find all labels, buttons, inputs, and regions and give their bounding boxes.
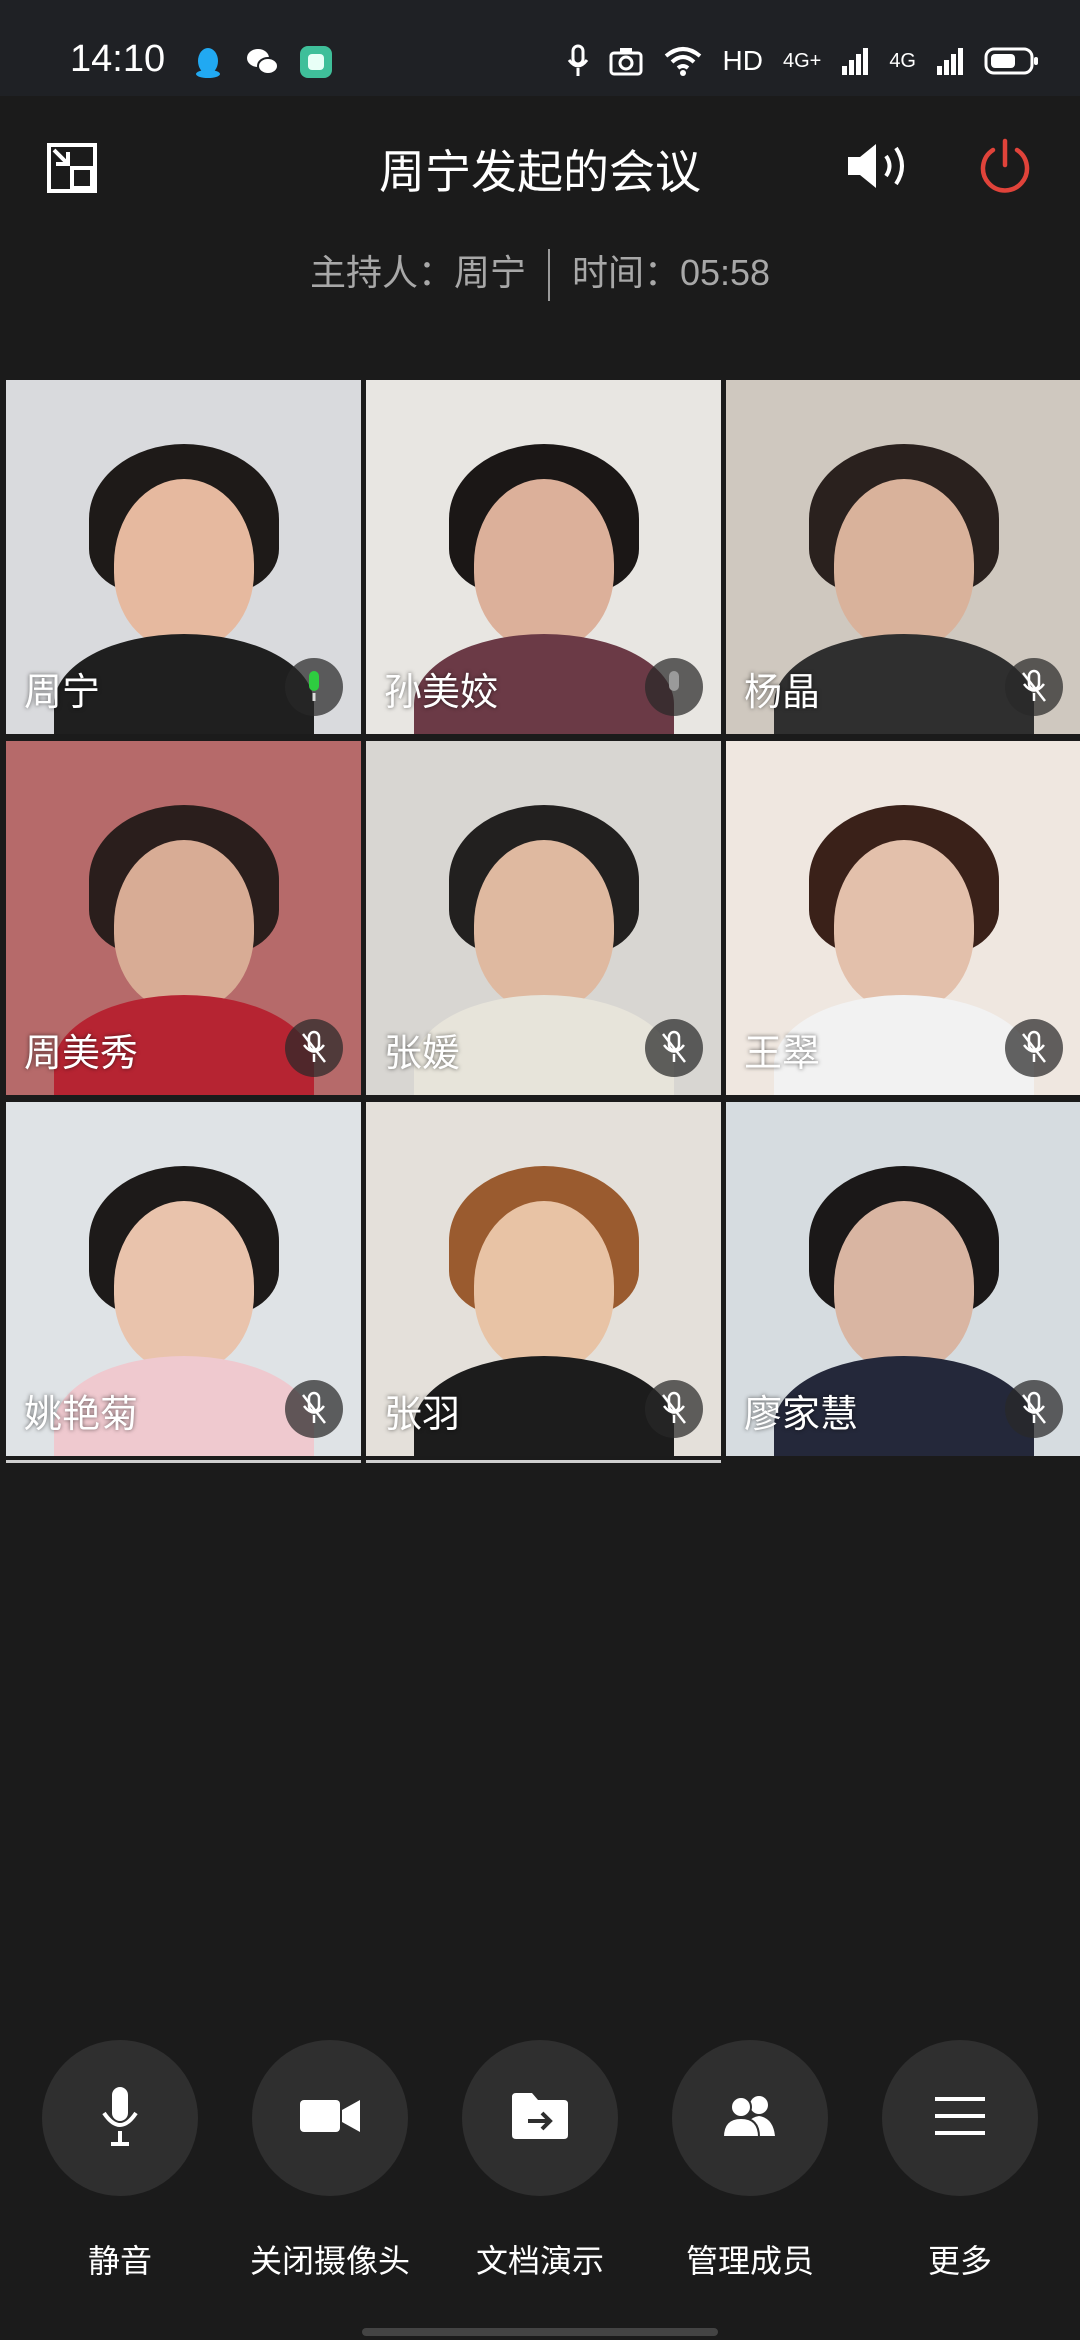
manage-members-button-circle[interactable] xyxy=(672,2040,828,2196)
participant-grid: 周宁 孙美姣 杨晶 周美秀 张媛 王翠 姚艳菊 张羽 廖家慧 xyxy=(6,380,1080,1470)
share-folder-icon xyxy=(510,2091,570,2146)
participant-tile[interactable]: 杨晶 xyxy=(726,380,1080,734)
more-button-label: 更多 xyxy=(927,2243,992,2279)
participant-tile[interactable]: 张羽 xyxy=(366,1102,721,1456)
manage-members-button[interactable]: 管理成员 xyxy=(650,2040,850,2282)
meta-divider xyxy=(547,249,550,302)
share-document-button-label: 文档演示 xyxy=(475,2243,604,2279)
participant-mic-icon xyxy=(285,658,343,716)
participant-face xyxy=(473,840,614,1011)
signal-4g-icon xyxy=(937,48,963,75)
share-document-button-circle[interactable] xyxy=(462,2040,618,2196)
participant-tile[interactable]: 姚艳菊 xyxy=(6,1102,361,1456)
participant-mic-icon xyxy=(645,1019,703,1077)
signal-label-2: 4G xyxy=(889,49,916,72)
meeting-title: 周宁发起的会议 xyxy=(379,146,701,198)
participant-face xyxy=(113,1201,254,1372)
meeting-header: 周宁发起的会议 主持人：周宁 时间：05:58 xyxy=(0,96,1080,336)
manage-members-button-label: 管理成员 xyxy=(685,2243,814,2279)
participant-tile[interactable]: 周宁 xyxy=(6,380,361,734)
hd-icon: HD xyxy=(722,45,763,76)
battery-icon xyxy=(984,47,1038,75)
turn-off-camera-button[interactable]: 关闭摄像头 xyxy=(230,2040,430,2282)
turn-off-camera-button-label: 关闭摄像头 xyxy=(249,2243,410,2279)
mute-button[interactable]: 静音 xyxy=(20,2040,220,2282)
status-time: 14:10 xyxy=(70,38,166,80)
meeting-meta: 主持人：周宁 时间：05:58 xyxy=(0,244,1080,302)
qq-icon xyxy=(196,48,220,78)
meeting-controls: 静音 关闭摄像头 文档演示 管理成员 更多 xyxy=(0,2040,1080,2280)
duration-label: 时间：05:58 xyxy=(571,252,771,293)
participant-face xyxy=(833,840,974,1011)
mute-button-label: 静音 xyxy=(87,2243,152,2279)
participant-tile[interactable]: 周美秀 xyxy=(6,741,361,1095)
participant-name: 张羽 xyxy=(384,1394,461,1436)
end-meeting-power-icon[interactable] xyxy=(976,138,1034,196)
menu-icon xyxy=(933,2095,987,2142)
wechat-icon xyxy=(247,49,279,75)
participant-name: 周美秀 xyxy=(24,1033,139,1075)
participant-face xyxy=(113,840,254,1011)
signal-4g-icon xyxy=(842,48,869,75)
home-indicator xyxy=(362,2328,718,2336)
participant-name: 张媛 xyxy=(384,1033,461,1075)
tile-underline xyxy=(6,1460,361,1463)
share-document-button[interactable]: 文档演示 xyxy=(440,2040,640,2282)
speaker-icon[interactable] xyxy=(846,140,912,192)
participant-name: 杨晶 xyxy=(744,672,821,714)
participant-face xyxy=(833,479,974,650)
status-bar: 14:10 HD 4G+ 4G xyxy=(0,0,1080,96)
participant-name: 周宁 xyxy=(24,672,101,714)
microphone-icon xyxy=(100,2085,140,2152)
more-button-circle[interactable] xyxy=(882,2040,1038,2196)
host-label: 主持人：周宁 xyxy=(309,252,526,293)
participant-face xyxy=(473,479,614,650)
participant-mic-icon xyxy=(645,1380,703,1438)
mic-icon xyxy=(567,44,588,76)
participant-mic-icon xyxy=(1005,1019,1063,1077)
participant-tile[interactable]: 廖家慧 xyxy=(726,1102,1080,1456)
participant-mic-icon xyxy=(1005,1380,1063,1438)
participant-name: 孙美姣 xyxy=(384,672,499,714)
wifi-icon xyxy=(664,47,701,76)
participant-mic-icon xyxy=(285,1380,343,1438)
participant-mic-icon xyxy=(285,1019,343,1077)
mute-button-circle[interactable] xyxy=(42,2040,198,2196)
status-right: HD 4G+ 4G xyxy=(567,44,1041,78)
app-icon xyxy=(300,46,332,78)
participant-mic-icon xyxy=(645,658,703,716)
participant-face xyxy=(113,479,254,650)
participant-mic-icon xyxy=(1005,658,1063,716)
participant-tile[interactable]: 王翠 xyxy=(726,741,1080,1095)
participant-face xyxy=(473,1201,614,1372)
camera-icon xyxy=(609,48,642,76)
notification-icons xyxy=(190,44,334,80)
video-camera-icon xyxy=(298,2096,362,2141)
tile-underline xyxy=(366,1460,721,1463)
turn-off-camera-button-circle[interactable] xyxy=(252,2040,408,2196)
signal-label: 4G+ xyxy=(782,49,822,72)
participant-tile[interactable]: 张媛 xyxy=(366,741,721,1095)
members-icon xyxy=(719,2094,781,2143)
more-button[interactable]: 更多 xyxy=(860,2040,1060,2282)
participant-name: 廖家慧 xyxy=(744,1394,859,1436)
participant-tile[interactable]: 孙美姣 xyxy=(366,380,721,734)
participant-face xyxy=(833,1201,974,1372)
participant-name: 王翠 xyxy=(744,1033,821,1075)
participant-name: 姚艳菊 xyxy=(24,1394,139,1436)
